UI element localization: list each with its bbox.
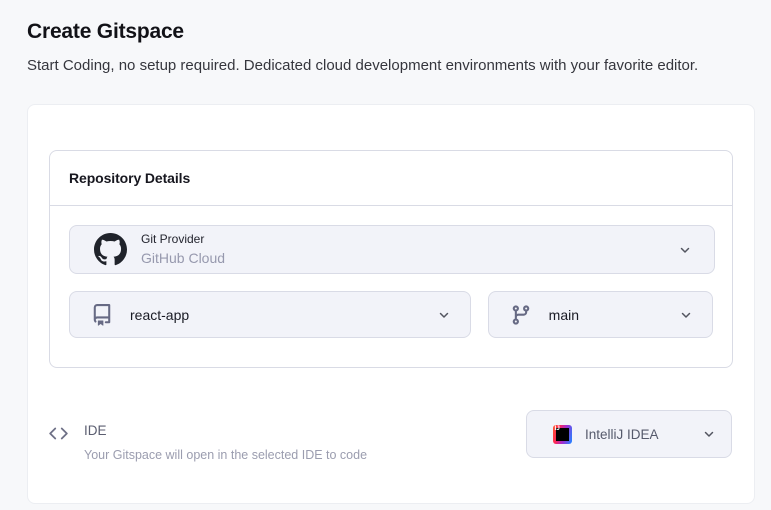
git-provider-label: Git Provider <box>141 232 225 247</box>
ide-texts: IDE Your Gitspace will open in the selec… <box>84 423 367 462</box>
chevron-down-icon <box>679 308 693 322</box>
github-icon <box>94 233 127 266</box>
repository-select[interactable]: react-app <box>69 291 471 338</box>
repository-value: react-app <box>130 307 189 323</box>
page-subtitle: Start Coding, no setup required. Dedicat… <box>27 55 702 76</box>
page-title: Create Gitspace <box>27 19 744 45</box>
intellij-idea-icon: IJ <box>553 425 572 444</box>
repository-details-card: Repository Details Git Provider GitHub C… <box>49 150 733 368</box>
git-provider-select[interactable]: Git Provider GitHub Cloud <box>69 225 715 274</box>
intellij-idea-monogram: IJ <box>555 425 560 432</box>
ide-select[interactable]: IJ IntelliJ IDEA <box>526 410 732 458</box>
ide-description: Your Gitspace will open in the selected … <box>84 448 367 462</box>
repository-details-header: Repository Details <box>50 151 732 206</box>
repo-branch-row: react-app main <box>69 291 713 338</box>
code-icon <box>49 424 68 443</box>
chevron-down-icon <box>702 427 716 441</box>
page-header: Create Gitspace Start Coding, no setup r… <box>0 0 771 76</box>
repo-icon <box>91 304 113 326</box>
ide-label: IDE <box>84 423 367 438</box>
branch-select[interactable]: main <box>488 291 713 338</box>
git-provider-texts: Git Provider GitHub Cloud <box>141 232 225 267</box>
branch-value: main <box>549 307 579 323</box>
create-gitspace-panel: Repository Details Git Provider GitHub C… <box>27 104 755 504</box>
git-provider-value: GitHub Cloud <box>141 249 225 267</box>
git-branch-icon <box>510 304 532 326</box>
chevron-down-icon <box>678 243 692 257</box>
ide-selected-value: IntelliJ IDEA <box>585 427 659 442</box>
repository-details-heading: Repository Details <box>69 170 190 186</box>
repository-details-body: Git Provider GitHub Cloud react <box>50 206 732 367</box>
ide-info: IDE Your Gitspace will open in the selec… <box>49 410 367 462</box>
ide-section: IDE Your Gitspace will open in the selec… <box>49 410 732 462</box>
chevron-down-icon <box>437 308 451 322</box>
